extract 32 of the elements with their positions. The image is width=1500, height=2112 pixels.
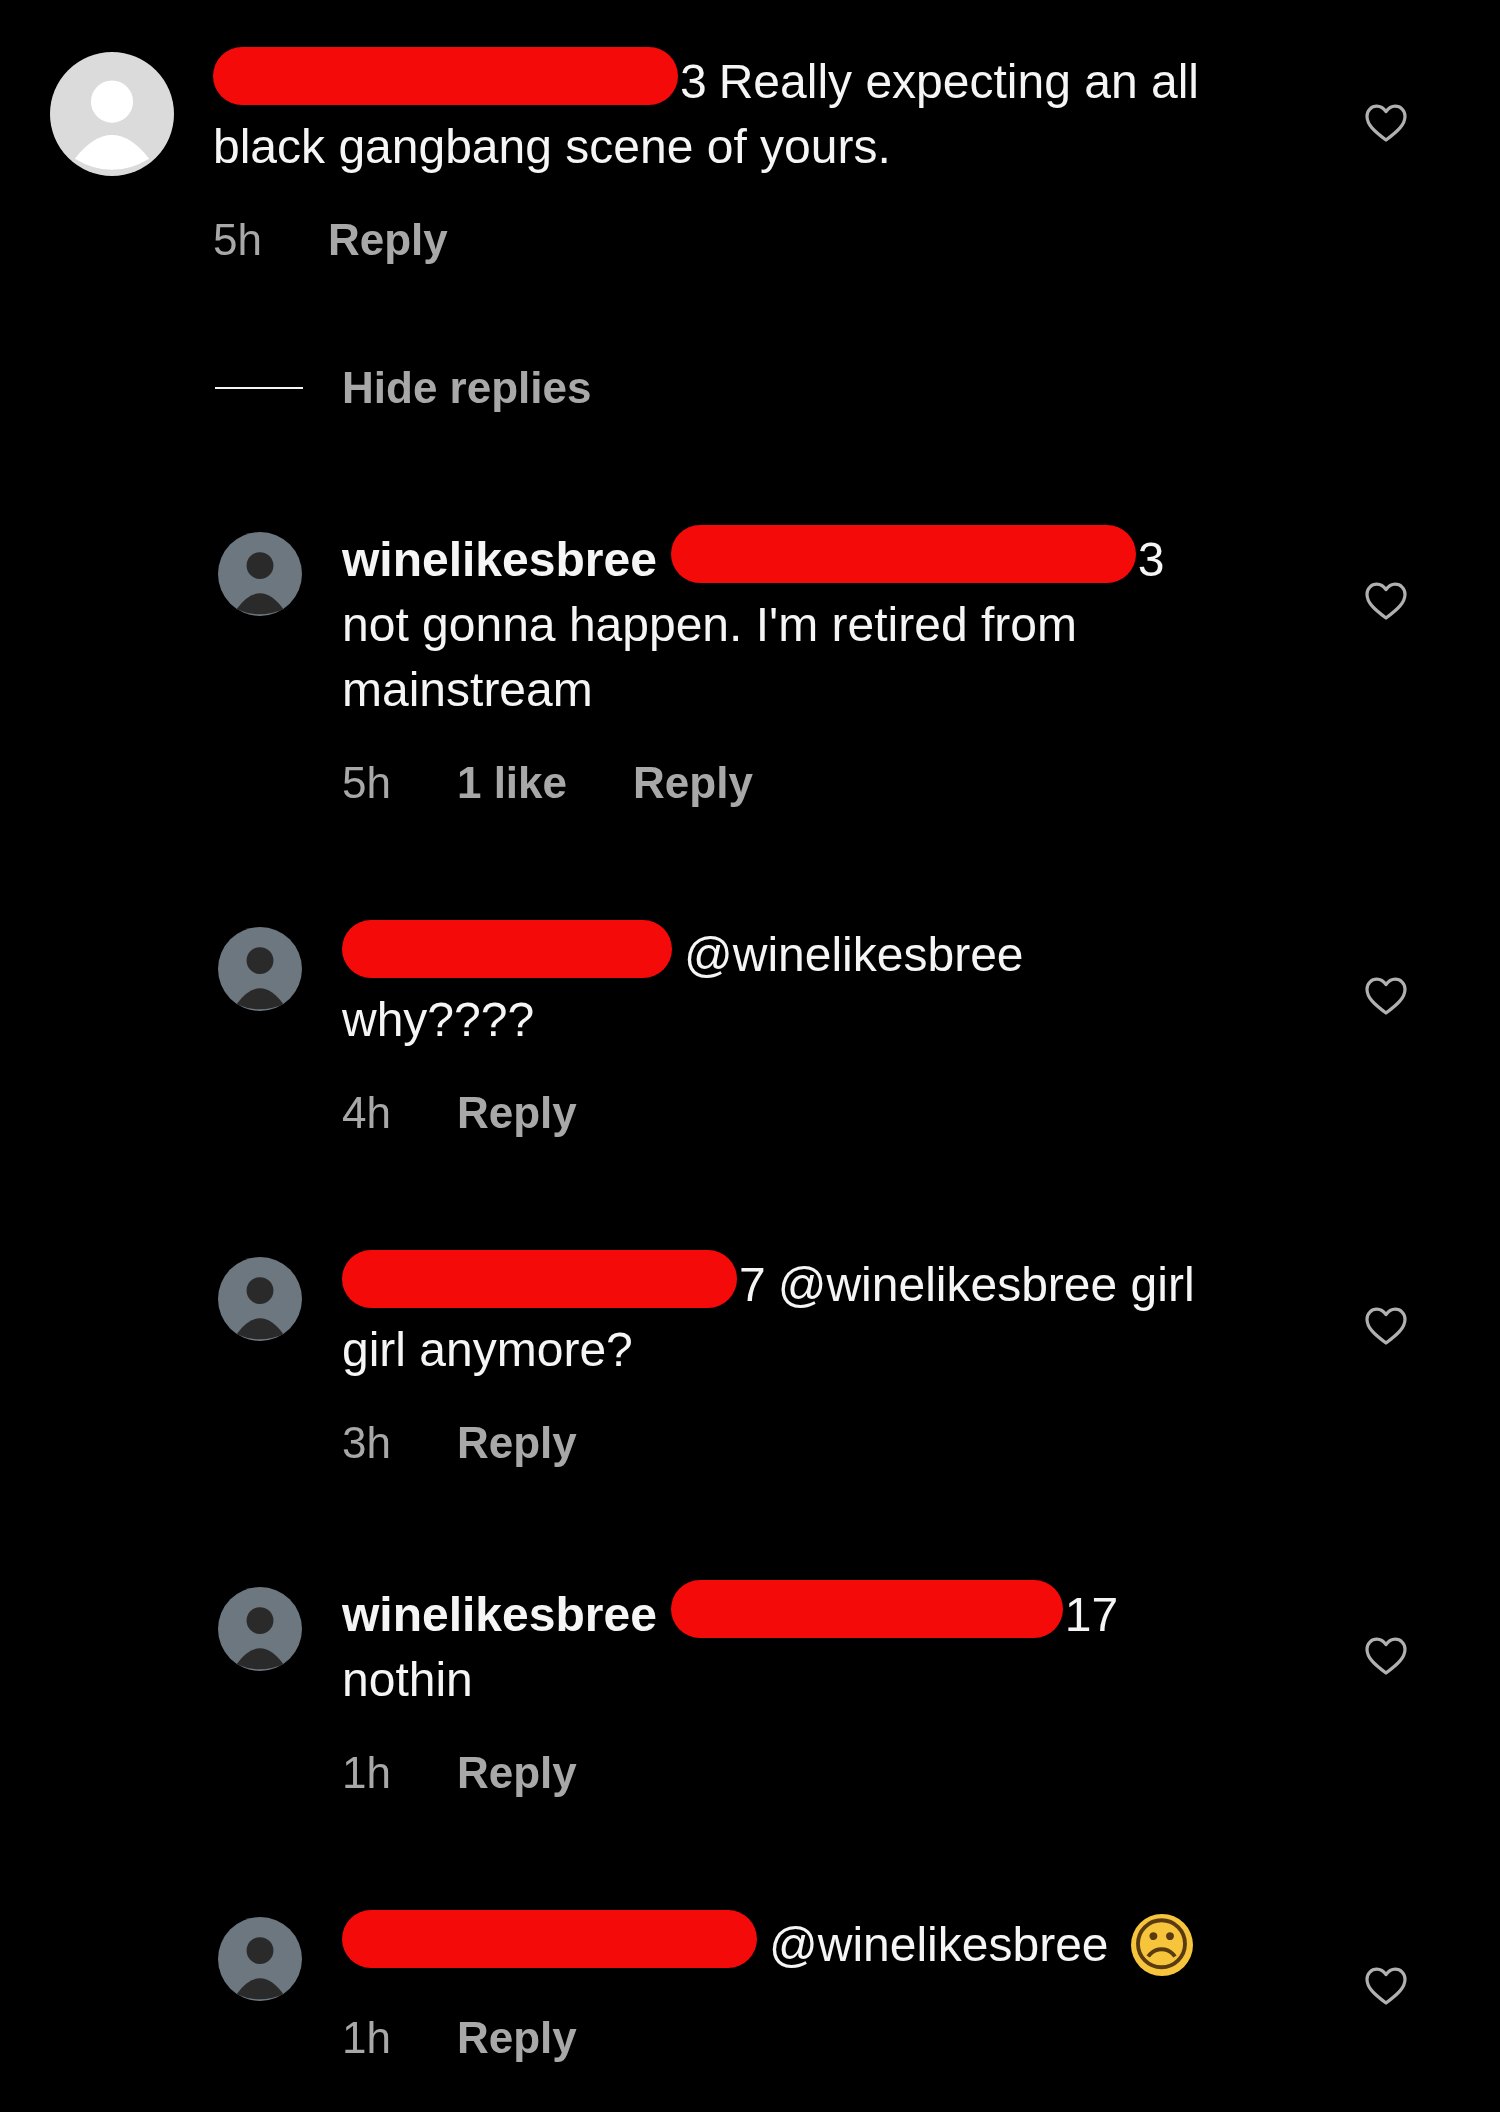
comment-text: mainstream [342,662,594,718]
comment-author[interactable]: winelikesbree [342,1582,657,1647]
reply-link[interactable]: Reply [456,2011,577,2065]
comment-time: 5h [213,214,262,266]
reply-link[interactable]: Reply [456,1086,577,1140]
comment-author[interactable]: winelikesbree [342,527,657,592]
comment-text: black gangbang scene of yours. [213,119,892,175]
reply-link[interactable]: Reply [633,756,753,810]
comment-text: @winelikesbree [684,927,1024,983]
comment-text: @winelikesbree girl [777,1257,1195,1313]
avatar-icon[interactable] [50,52,174,176]
username-fragment: 3 [680,54,707,110]
comment-time: 1h [342,1747,391,1799]
username-fragment: 17 [1064,1587,1119,1643]
reply-link[interactable]: Reply [456,1416,577,1470]
comment-text: Really expecting an all [718,54,1199,110]
comment-text: girl anymore? [342,1322,634,1378]
reply-link[interactable]: Reply [456,1746,577,1800]
reply-link[interactable]: Reply [327,213,448,267]
comment-time: 5h [342,757,391,809]
hide-replies-link[interactable]: Hide replies [342,361,592,415]
comment-time: 3h [342,1417,391,1469]
sad-face-emoji: ☹ [1130,1913,1193,1976]
comment-text: nothin [342,1652,474,1708]
comment-time: 4h [342,1087,391,1139]
comment-time: 1h [342,2012,391,2064]
comment-text: @winelikesbree [769,1917,1109,1973]
username-fragment: 7 [739,1257,766,1313]
username-fragment: 3 [1137,532,1165,588]
like-count[interactable]: 1 like [456,756,568,810]
comment-text: why???? [342,992,536,1048]
comment-text: not gonna happen. I'm retired from [342,597,1078,653]
